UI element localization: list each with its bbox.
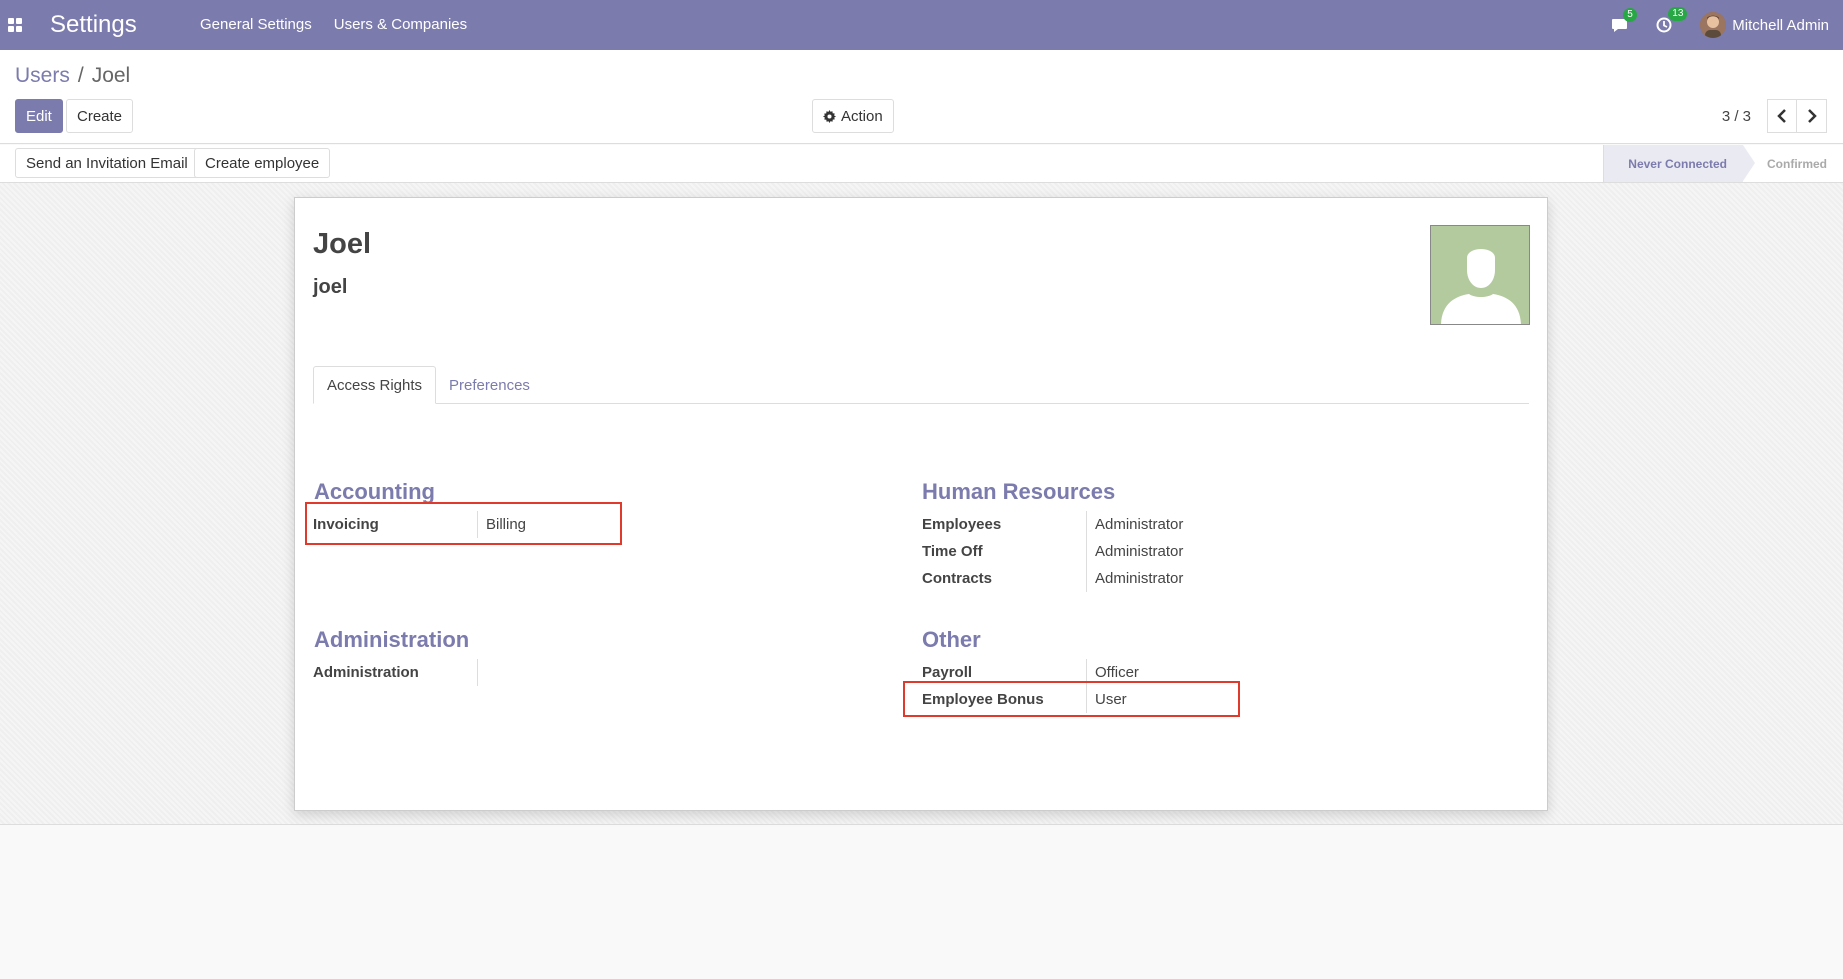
pager-value[interactable]: 3 / 3 xyxy=(1722,108,1751,125)
messages-menu[interactable]: 5 xyxy=(1611,7,1637,33)
app-title: Settings xyxy=(50,11,137,38)
breadcrumb: Users / Joel xyxy=(15,64,130,88)
user-photo[interactable] xyxy=(1430,225,1530,325)
field-contracts-label: Contracts xyxy=(922,565,1087,592)
group-administration-title: Administration xyxy=(314,627,470,652)
field-employees[interactable]: Employees Administrator xyxy=(922,511,1183,538)
breadcrumb-current: Joel xyxy=(91,64,131,87)
status-stages: Never Connected Confirmed xyxy=(1603,145,1843,182)
highlight-employee-bonus-box xyxy=(903,681,1240,717)
systray: 5 13 Mitchell Admin xyxy=(1611,0,1829,50)
apps-menu-icon[interactable] xyxy=(8,18,22,32)
action-button[interactable]: Action xyxy=(812,99,894,133)
chevron-left-icon xyxy=(1777,109,1786,123)
top-navbar: Settings General Settings Users & Compan… xyxy=(0,0,1843,50)
activities-badge: 13 xyxy=(1668,7,1688,21)
group-other-title: Other xyxy=(922,627,981,652)
field-time-off-value: Administrator xyxy=(1095,543,1184,560)
field-contracts-value: Administrator xyxy=(1095,570,1184,587)
chevron-right-icon xyxy=(1807,109,1817,123)
field-payroll-value: Officer xyxy=(1095,664,1139,681)
messages-badge: 5 xyxy=(1623,7,1637,22)
pager-previous-button[interactable] xyxy=(1767,99,1797,133)
field-employees-value: Administrator xyxy=(1095,516,1184,533)
form-statusbar: Send an Invitation Email Create employee… xyxy=(0,145,1843,183)
pager-next-button[interactable] xyxy=(1797,99,1827,133)
user-avatar xyxy=(1700,12,1727,38)
activities-menu[interactable]: 13 xyxy=(1656,7,1688,33)
send-invitation-button[interactable]: Send an Invitation Email xyxy=(15,148,199,178)
menu-users-companies[interactable]: Users & Companies xyxy=(334,16,467,33)
person-placeholder-icon xyxy=(1431,226,1529,324)
gear-icon xyxy=(823,109,836,123)
edit-button[interactable]: Edit xyxy=(15,99,63,133)
user-name: Mitchell Admin xyxy=(1732,16,1829,34)
create-employee-button[interactable]: Create employee xyxy=(194,148,331,178)
breadcrumb-users[interactable]: Users xyxy=(15,64,70,88)
field-time-off-label: Time Off xyxy=(922,538,1087,565)
field-administration-label: Administration xyxy=(313,659,478,686)
main-menu: General Settings Users & Companies xyxy=(200,16,467,33)
field-contracts[interactable]: Contracts Administrator xyxy=(922,565,1183,592)
group-human-resources-title: Human Resources xyxy=(922,479,1116,504)
stage-never-connected[interactable]: Never Connected xyxy=(1603,145,1755,182)
tab-preferences[interactable]: Preferences xyxy=(436,366,543,404)
pager: 3 / 3 xyxy=(1722,99,1827,133)
user-menu[interactable]: Mitchell Admin xyxy=(1700,12,1829,38)
field-time-off[interactable]: Time Off Administrator xyxy=(922,538,1183,565)
field-administration[interactable]: Administration xyxy=(313,659,486,686)
action-label: Action xyxy=(841,107,883,125)
control-panel: Users / Joel Edit Create Action 3 / 3 xyxy=(0,50,1843,144)
tab-access-rights[interactable]: Access Rights xyxy=(313,366,437,404)
breadcrumb-separator: / xyxy=(77,64,84,87)
user-name-field: Joel xyxy=(313,228,372,260)
highlight-invoicing-box xyxy=(305,502,622,545)
stage-confirmed[interactable]: Confirmed xyxy=(1743,145,1843,182)
user-login-field: joel xyxy=(313,276,348,298)
menu-general-settings[interactable]: General Settings xyxy=(200,16,312,33)
create-button[interactable]: Create xyxy=(66,99,134,133)
field-employees-label: Employees xyxy=(922,511,1087,538)
form-tabs: Access Rights Preferences xyxy=(313,366,1529,404)
